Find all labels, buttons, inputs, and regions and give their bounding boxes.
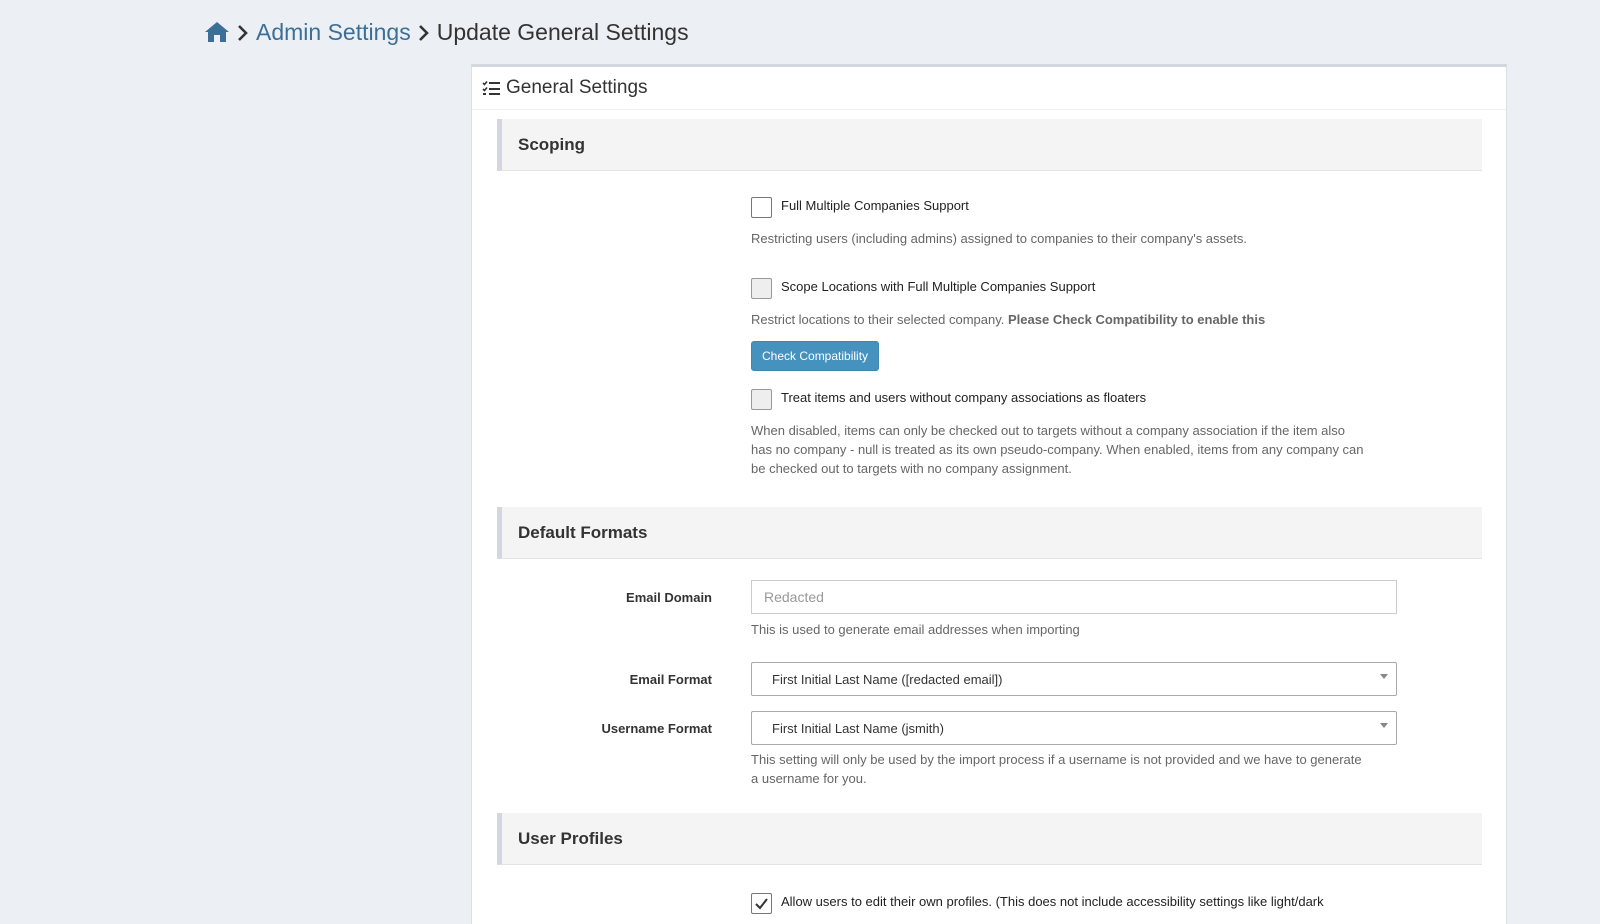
section-title-scoping: Scoping (518, 134, 586, 154)
email-format-label: Email Format (629, 672, 712, 687)
allow-edit-profile-label[interactable]: Allow users to edit their own profiles. … (781, 894, 1324, 909)
chevron-right-icon (417, 22, 431, 42)
floaters-help-line: be checked out to targets with no compan… (751, 461, 1072, 476)
chevron-down-icon (1380, 674, 1388, 679)
username-format-help-line: This setting will only be used by the im… (751, 752, 1362, 767)
section-title-user-profiles: User Profiles (518, 828, 623, 848)
username-format-select[interactable]: First Initial Last Name (jsmith) (751, 711, 1397, 745)
username-format-label: Username Format (601, 721, 712, 736)
scope-locations-label[interactable]: Scope Locations with Full Multiple Compa… (781, 279, 1095, 294)
page-title: Update General Settings (436, 18, 689, 45)
section-header-default-formats: Default Formats (497, 507, 1482, 559)
section-title-default-formats: Default Formats (518, 522, 648, 542)
email-domain-help: This is used to generate email addresses… (751, 622, 1080, 637)
full-multiple-companies-checkbox[interactable] (751, 197, 772, 218)
general-settings-panel: General Settings Scoping Full Multiple C… (471, 64, 1507, 924)
scope-locations-help: Restrict locations to their selected com… (751, 310, 1265, 329)
email-format-value: First Initial Last Name ([redacted email… (772, 671, 1003, 687)
floaters-help-line: When disabled, items can only be checked… (751, 423, 1345, 438)
email-domain-input[interactable] (751, 580, 1397, 614)
floaters-help: When disabled, items can only be checked… (751, 421, 1411, 478)
section-header-user-profiles: User Profiles (497, 813, 1482, 865)
scope-locations-checkbox[interactable] (751, 278, 772, 299)
floaters-checkbox[interactable] (751, 389, 772, 410)
breadcrumb-admin-settings[interactable]: Admin Settings (256, 19, 411, 46)
home-icon[interactable] (204, 20, 230, 44)
allow-edit-profile-checkbox[interactable] (751, 893, 772, 914)
panel-title: General Settings (506, 77, 648, 98)
scope-locations-help-bold: Please Check Compatibility to enable thi… (1008, 312, 1266, 327)
floaters-label[interactable]: Treat items and users without company as… (781, 390, 1146, 405)
floaters-help-line: has no company - null is treated as its … (751, 442, 1364, 457)
panel-header: General Settings (472, 67, 1506, 110)
scope-locations-help-text: Restrict locations to their selected com… (751, 312, 1005, 327)
check-compatibility-button[interactable]: Check Compatibility (751, 341, 880, 371)
checkmark-icon (755, 898, 768, 910)
tasks-list-icon (482, 80, 500, 95)
username-format-value: First Initial Last Name (jsmith) (772, 720, 944, 736)
chevron-down-icon (1380, 723, 1388, 728)
full-multiple-companies-help: Restricting users (including admins) ass… (751, 231, 1247, 246)
username-format-help: This setting will only be used by the im… (751, 750, 1411, 788)
breadcrumb: Admin Settings Update General Settings (204, 16, 689, 48)
chevron-right-icon (236, 22, 250, 42)
email-domain-label: Email Domain (626, 590, 712, 605)
section-header-scoping: Scoping (497, 119, 1482, 171)
username-format-help-line: a username for you. (751, 771, 867, 786)
full-multiple-companies-label[interactable]: Full Multiple Companies Support (781, 198, 969, 213)
email-format-select[interactable]: First Initial Last Name ([redacted email… (751, 662, 1397, 696)
